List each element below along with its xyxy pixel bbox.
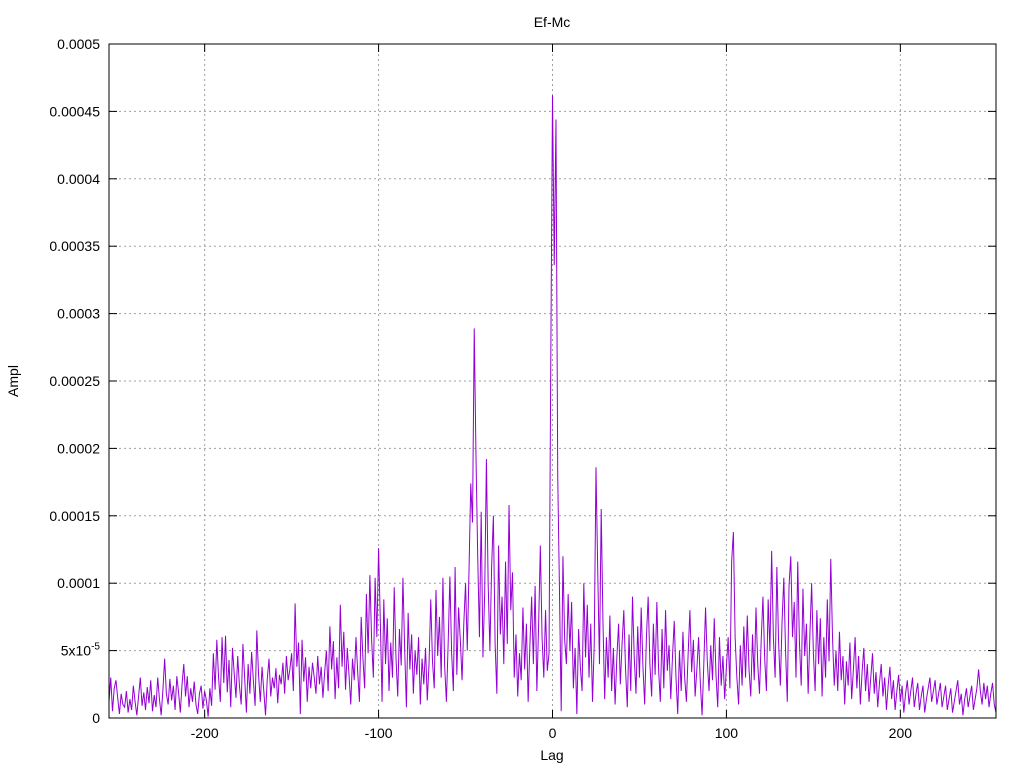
y-tick-label: 0.0005 <box>57 36 100 52</box>
y-tick-label: 0.00045 <box>49 103 100 119</box>
x-tick-label: 200 <box>889 725 913 741</box>
y-axis-label: Ampl <box>5 365 21 397</box>
y-tick-label: 0 <box>92 710 100 726</box>
y-tick-label: 0.0001 <box>57 575 100 591</box>
x-axis-label: Lag <box>540 747 563 763</box>
x-tick-label: -100 <box>365 725 393 741</box>
chart-title: Ef-Mc <box>534 14 571 30</box>
x-tick-label: 0 <box>549 725 557 741</box>
y-tick-label: 0.0004 <box>57 171 100 187</box>
x-tick-label: -200 <box>191 725 219 741</box>
y-tick-label: 0.00035 <box>49 238 100 254</box>
y-tick-label: 0.0003 <box>57 306 100 322</box>
chart: -200 -100 0 100 20005x10-50.00010.000150.000… <box>0 0 1024 768</box>
y-tick-label: 0.00015 <box>49 508 100 524</box>
y-tick-label: 0.0002 <box>57 440 100 456</box>
x-tick-label: 100 <box>715 725 739 741</box>
y-tick-label: 0.00025 <box>49 373 100 389</box>
chart-background <box>0 0 1024 768</box>
